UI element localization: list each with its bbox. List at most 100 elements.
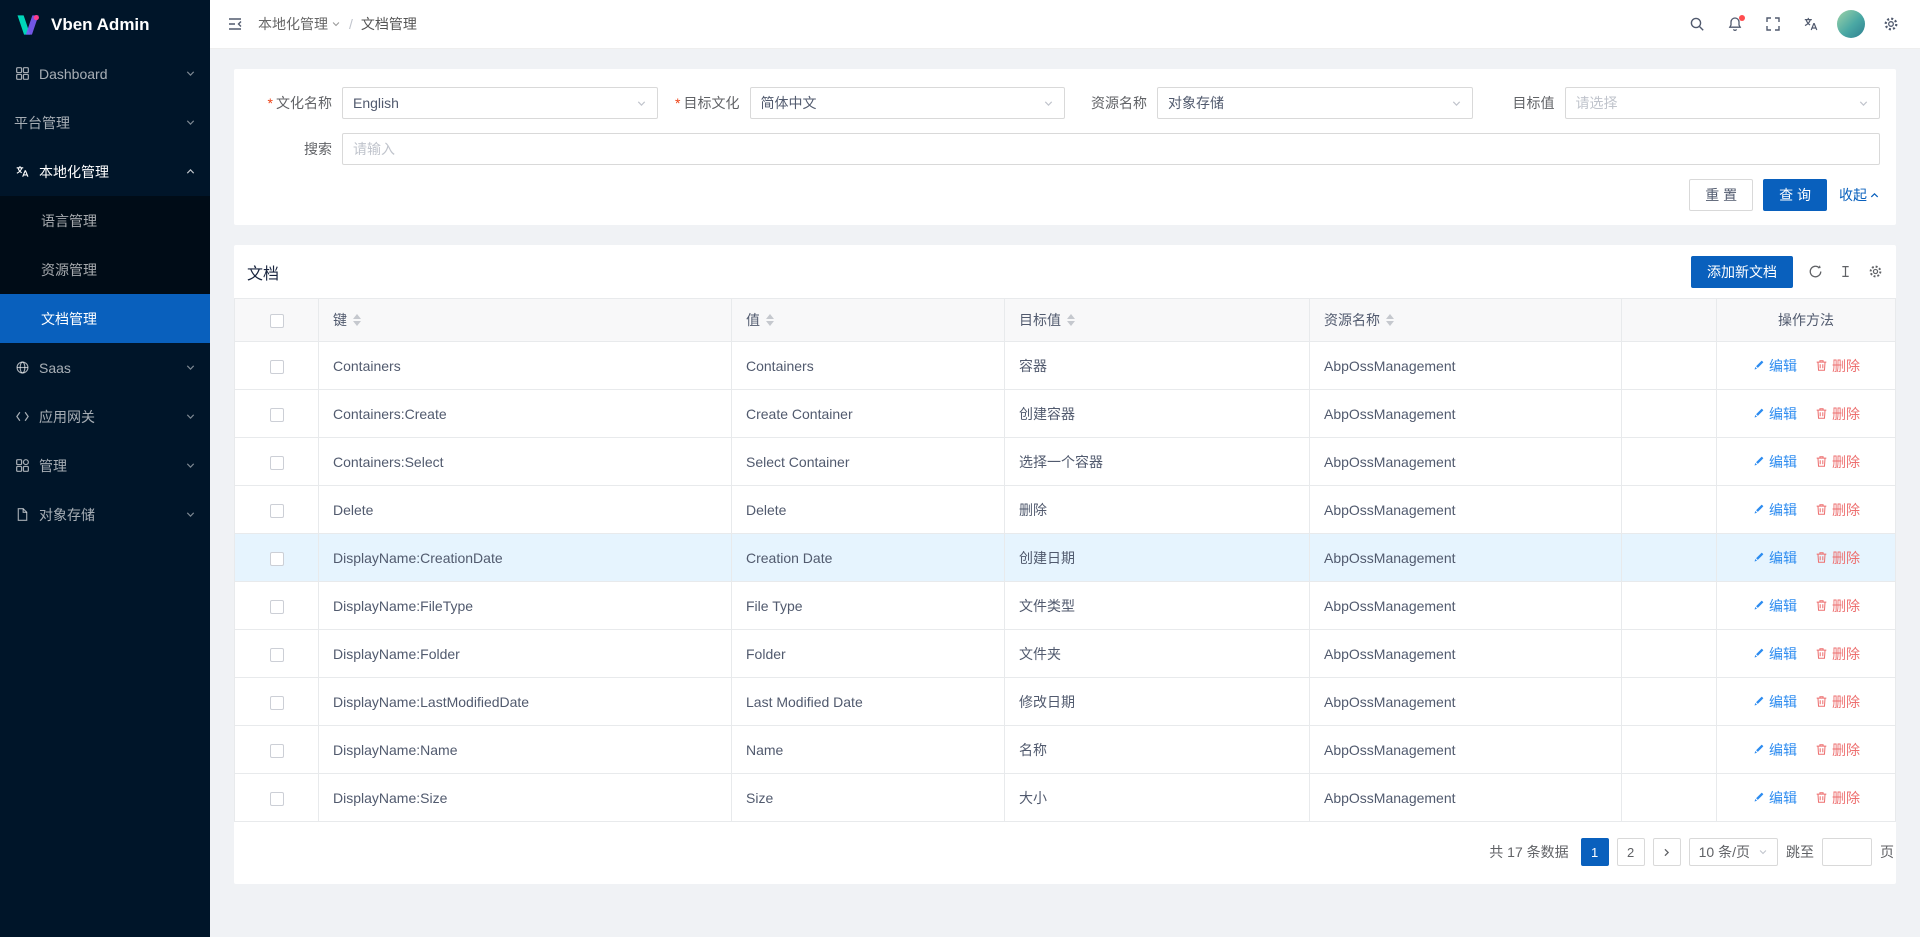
table-row[interactable]: Containers:Select Select Container 选择一个容…: [235, 438, 1896, 486]
delete-button[interactable]: 删除: [1815, 788, 1860, 808]
sidebar-subitem[interactable]: 文档管理: [0, 294, 210, 343]
delete-button[interactable]: 删除: [1815, 740, 1860, 760]
edit-label: 编辑: [1769, 356, 1797, 376]
table-row[interactable]: DisplayName:Name Name 名称 AbpOssManagemen…: [235, 726, 1896, 774]
cell-actions: 编辑 删除: [1717, 582, 1896, 630]
collapse-link[interactable]: 收起: [1839, 185, 1880, 205]
table-row[interactable]: Delete Delete 删除 AbpOssManagement 编辑 删除: [235, 486, 1896, 534]
field-select[interactable]: 简体中文: [750, 87, 1066, 119]
row-checkbox[interactable]: [270, 648, 284, 662]
cell-target-value: 容器: [1005, 342, 1310, 390]
add-document-button[interactable]: 添加新文档: [1691, 256, 1793, 288]
sort-icon[interactable]: [353, 314, 361, 326]
delete-label: 删除: [1832, 356, 1860, 376]
refresh-icon[interactable]: [1808, 264, 1823, 279]
row-checkbox[interactable]: [270, 360, 284, 374]
edit-label: 编辑: [1769, 452, 1797, 472]
search-icon[interactable]: [1678, 0, 1716, 49]
row-checkbox[interactable]: [270, 408, 284, 422]
sidebar-item[interactable]: 应用网关: [0, 392, 210, 441]
search-input[interactable]: [342, 133, 1880, 165]
edit-button[interactable]: 编辑: [1752, 548, 1797, 568]
sidebar-subitem[interactable]: 语言管理: [0, 196, 210, 245]
sort-icon[interactable]: [766, 314, 774, 326]
query-button[interactable]: 查 询: [1763, 179, 1827, 211]
delete-button[interactable]: 删除: [1815, 500, 1860, 520]
chevron-down-icon: [331, 19, 341, 29]
column-header-key[interactable]: 键: [319, 299, 732, 342]
field-select[interactable]: English: [342, 87, 658, 119]
breadcrumb-item[interactable]: 本地化管理: [258, 14, 341, 34]
edit-button[interactable]: 编辑: [1752, 788, 1797, 808]
delete-button[interactable]: 删除: [1815, 452, 1860, 472]
row-checkbox[interactable]: [270, 504, 284, 518]
column-header-target[interactable]: 目标值: [1005, 299, 1310, 342]
edit-button[interactable]: 编辑: [1752, 596, 1797, 616]
page-size-select[interactable]: 10 条/页: [1689, 838, 1778, 866]
delete-button[interactable]: 删除: [1815, 596, 1860, 616]
edit-button[interactable]: 编辑: [1752, 644, 1797, 664]
edit-button[interactable]: 编辑: [1752, 452, 1797, 472]
column-height-icon[interactable]: [1838, 264, 1853, 279]
sidebar-item[interactable]: 对象存储: [0, 490, 210, 539]
row-checkbox[interactable]: [270, 600, 284, 614]
table-row[interactable]: Containers:Create Create Container 创建容器 …: [235, 390, 1896, 438]
cell-target-value: 名称: [1005, 726, 1310, 774]
fullscreen-icon[interactable]: [1754, 0, 1792, 49]
jump-page-input[interactable]: [1822, 838, 1872, 866]
field-select[interactable]: 对象存储: [1157, 87, 1473, 119]
row-checkbox[interactable]: [270, 792, 284, 806]
edit-button[interactable]: 编辑: [1752, 692, 1797, 712]
settings-gear-icon[interactable]: [1868, 264, 1883, 279]
avatar[interactable]: [1837, 10, 1865, 38]
logo[interactable]: Vben Admin: [0, 0, 210, 49]
table-body: Containers Containers 容器 AbpOssManagemen…: [235, 342, 1896, 822]
table-row[interactable]: DisplayName:Size Size 大小 AbpOssManagemen…: [235, 774, 1896, 822]
sidebar-subitem[interactable]: 资源管理: [0, 245, 210, 294]
menu-fold-icon[interactable]: [222, 11, 248, 37]
table-row[interactable]: DisplayName:CreationDate Creation Date 创…: [235, 534, 1896, 582]
table-row[interactable]: DisplayName:Folder Folder 文件夹 AbpOssMana…: [235, 630, 1896, 678]
column-header-resource[interactable]: 资源名称: [1310, 299, 1622, 342]
table-row[interactable]: Containers Containers 容器 AbpOssManagemen…: [235, 342, 1896, 390]
pencil-icon: [1752, 359, 1765, 372]
delete-label: 删除: [1832, 788, 1860, 808]
filter-fields: *文化名称English*目标文化简体中文资源名称对象存储目标值请选择 搜索: [250, 87, 1880, 165]
row-checkbox[interactable]: [270, 696, 284, 710]
column-header-value[interactable]: 值: [732, 299, 1005, 342]
sidebar-item[interactable]: 平台管理: [0, 98, 210, 147]
sort-icon[interactable]: [1386, 314, 1394, 326]
bell-icon[interactable]: [1716, 0, 1754, 49]
sidebar-item[interactable]: Dashboard: [0, 49, 210, 98]
row-checkbox[interactable]: [270, 456, 284, 470]
delete-label: 删除: [1832, 740, 1860, 760]
delete-button[interactable]: 删除: [1815, 548, 1860, 568]
sidebar-item[interactable]: 本地化管理: [0, 147, 210, 196]
field-select[interactable]: 请选择: [1565, 87, 1881, 119]
sidebar-item[interactable]: 管理: [0, 441, 210, 490]
delete-button[interactable]: 删除: [1815, 644, 1860, 664]
edit-button[interactable]: 编辑: [1752, 404, 1797, 424]
cell-key: Containers: [319, 342, 732, 390]
settings-gear-icon[interactable]: [1872, 0, 1910, 49]
edit-button[interactable]: 编辑: [1752, 500, 1797, 520]
table-row[interactable]: DisplayName:LastModifiedDate Last Modifi…: [235, 678, 1896, 726]
row-checkbox[interactable]: [270, 744, 284, 758]
page-button-2[interactable]: 2: [1617, 838, 1645, 866]
reset-button[interactable]: 重 置: [1689, 179, 1753, 211]
sidebar-item[interactable]: Saas: [0, 343, 210, 392]
delete-button[interactable]: 删除: [1815, 356, 1860, 376]
select-all-checkbox[interactable]: [270, 314, 284, 328]
translate-icon[interactable]: [1792, 0, 1830, 49]
delete-button[interactable]: 删除: [1815, 404, 1860, 424]
cell-empty: [1622, 390, 1717, 438]
sort-icon[interactable]: [1067, 314, 1075, 326]
table-row[interactable]: DisplayName:FileType File Type 文件类型 AbpO…: [235, 582, 1896, 630]
next-page-button[interactable]: [1653, 838, 1681, 866]
edit-button[interactable]: 编辑: [1752, 740, 1797, 760]
cell-empty: [1622, 630, 1717, 678]
row-checkbox[interactable]: [270, 552, 284, 566]
edit-button[interactable]: 编辑: [1752, 356, 1797, 376]
delete-button[interactable]: 删除: [1815, 692, 1860, 712]
page-button-1[interactable]: 1: [1581, 838, 1609, 866]
